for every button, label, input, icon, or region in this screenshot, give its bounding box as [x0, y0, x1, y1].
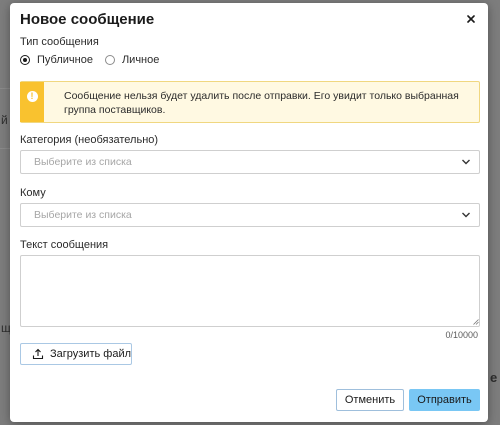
- message-type-radio-group: Публичное Личное: [20, 53, 171, 67]
- radio-private-label: Личное: [121, 54, 160, 66]
- category-select[interactable]: Выберите из списка: [20, 150, 480, 174]
- new-message-dialog: Новое сообщение Тип сообщения Публичное …: [10, 3, 488, 422]
- category-label: Категория (необязательно): [20, 134, 159, 146]
- message-text-label: Текст сообщения: [20, 239, 109, 251]
- message-textarea[interactable]: [20, 255, 480, 327]
- recipient-select[interactable]: Выберите из списка: [20, 203, 480, 227]
- cancel-button[interactable]: Отменить: [336, 389, 404, 411]
- radio-public-indicator[interactable]: [20, 55, 30, 65]
- message-type-label: Тип сообщения: [20, 36, 99, 48]
- background-divider: [0, 148, 10, 149]
- close-button[interactable]: [462, 10, 480, 28]
- resize-grip-icon[interactable]: [473, 319, 479, 325]
- chevron-down-icon: [462, 212, 470, 218]
- close-icon: [467, 15, 475, 23]
- background-header-bar: [0, 88, 10, 89]
- radio-public[interactable]: Публичное: [20, 54, 93, 66]
- category-select-placeholder: Выберите из списка: [34, 156, 132, 168]
- upload-icon: [32, 348, 44, 360]
- exclamation-icon: !: [26, 91, 38, 102]
- background-text-fragment: й: [1, 113, 8, 127]
- radio-private-indicator[interactable]: [104, 55, 115, 65]
- upload-file-button[interactable]: Загрузить файл: [20, 343, 132, 365]
- recipient-label: Кому: [20, 187, 46, 199]
- radio-private[interactable]: Личное: [104, 54, 160, 66]
- background-text-fragment: е: [490, 370, 498, 385]
- recipient-select-placeholder: Выберите из списка: [34, 209, 132, 221]
- character-counter: 0/10000: [445, 330, 478, 340]
- alert-accent-stripe: !: [20, 82, 44, 122]
- upload-file-label: Загрузить файл: [50, 348, 132, 360]
- radio-public-label: Публичное: [37, 54, 93, 66]
- chevron-down-icon: [462, 159, 470, 165]
- alert-message: Сообщение нельзя будет удалить после отп…: [64, 90, 459, 116]
- send-button[interactable]: Отправить: [409, 389, 480, 411]
- warning-alert: ! Сообщение нельзя будет удалить после о…: [20, 81, 480, 123]
- dialog-title: Новое сообщение: [20, 11, 155, 28]
